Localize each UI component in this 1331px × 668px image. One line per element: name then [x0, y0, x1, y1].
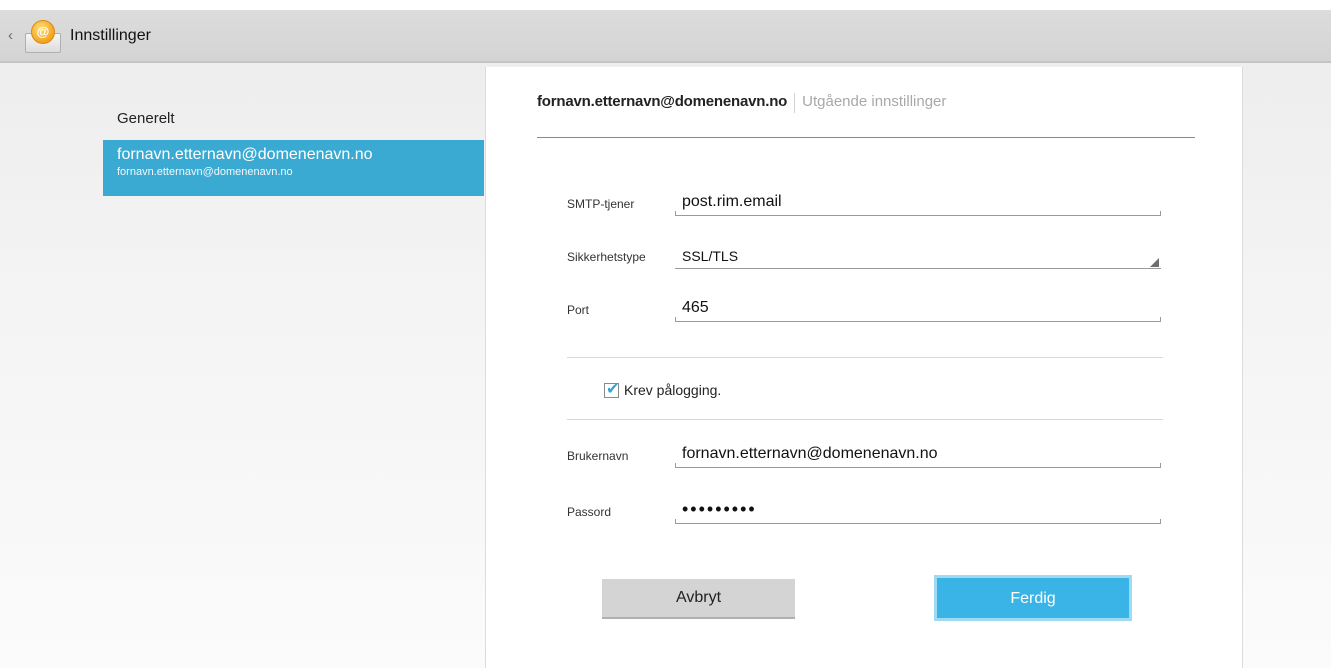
input-underline: [675, 317, 1161, 322]
security-value: SSL/TLS: [682, 248, 739, 264]
smtp-label: SMTP-tjener: [567, 197, 635, 211]
smtp-value: post.rim.email: [682, 193, 782, 210]
sidebar-item-general[interactable]: Generelt: [103, 96, 484, 140]
sidebar-item-label: Generelt: [117, 109, 175, 127]
action-bar: ‹ @ Innstillinger: [0, 10, 1331, 63]
security-label: Sikkerhetstype: [567, 250, 646, 264]
sidebar-item-label: fornavn.etternavn@domenenavn.no: [117, 146, 373, 163]
header-separator: [794, 93, 796, 113]
panel-subtitle: Utgående innstillinger: [802, 93, 947, 110]
smtp-server-input[interactable]: post.rim.email: [675, 192, 1161, 216]
port-row: Port 465: [567, 298, 1163, 322]
cancel-button[interactable]: Avbryt: [602, 579, 795, 619]
security-type-dropdown[interactable]: SSL/TLS: [675, 245, 1161, 269]
panel-header: fornavn.etternavn@domenenavn.no Utgående…: [537, 93, 1195, 138]
require-login-checkbox[interactable]: ✔ Krev pålogging.: [604, 379, 721, 401]
password-input[interactable]: •••••••••: [675, 499, 1161, 524]
back-chevron-icon[interactable]: ‹: [8, 28, 22, 43]
input-underline: [675, 463, 1161, 468]
sidebar-item-sublabel: fornavn.etternavn@domenenavn.no: [117, 166, 293, 178]
port-input[interactable]: 465: [675, 298, 1161, 322]
password-label: Passord: [567, 505, 612, 519]
port-value: 465: [682, 299, 709, 316]
sidebar-item-account[interactable]: fornavn.etternavn@domenenavn.no fornavn.…: [103, 140, 484, 196]
dropdown-underline: [675, 268, 1161, 269]
app-title: Innstillinger: [70, 26, 151, 44]
divider: [567, 357, 1163, 358]
email-app-icon[interactable]: @: [24, 19, 62, 53]
smtp-row: SMTP-tjener post.rim.email: [567, 192, 1163, 216]
settings-sidebar: Generelt fornavn.etternavn@domenenavn.no…: [103, 96, 484, 196]
done-button[interactable]: Ferdig: [934, 575, 1132, 621]
username-label: Brukernavn: [567, 449, 629, 463]
account-name: fornavn.etternavn@domenenavn.no: [537, 93, 788, 110]
password-row: Passord •••••••••: [567, 499, 1163, 524]
input-underline: [675, 211, 1161, 216]
require-login-label: Krev pålogging.: [624, 382, 722, 398]
input-underline: [675, 519, 1161, 524]
username-input[interactable]: fornavn.etternavn@domenenavn.no: [675, 444, 1161, 468]
at-sign-badge: @: [31, 19, 55, 44]
port-label: Port: [567, 303, 590, 317]
password-value: •••••••••: [682, 499, 757, 519]
checkmark-icon: ✔: [606, 380, 620, 398]
top-strip: [0, 0, 1331, 10]
outgoing-settings-panel: fornavn.etternavn@domenenavn.no Utgående…: [485, 67, 1243, 668]
divider: [567, 419, 1163, 420]
checkbox-box[interactable]: ✔: [604, 381, 619, 398]
username-value: fornavn.etternavn@domenenavn.no: [682, 445, 938, 462]
username-row: Brukernavn fornavn.etternavn@domenenavn.…: [567, 444, 1163, 468]
dropdown-triangle-icon: [1150, 258, 1159, 267]
security-row: Sikkerhetstype SSL/TLS: [567, 245, 1163, 269]
